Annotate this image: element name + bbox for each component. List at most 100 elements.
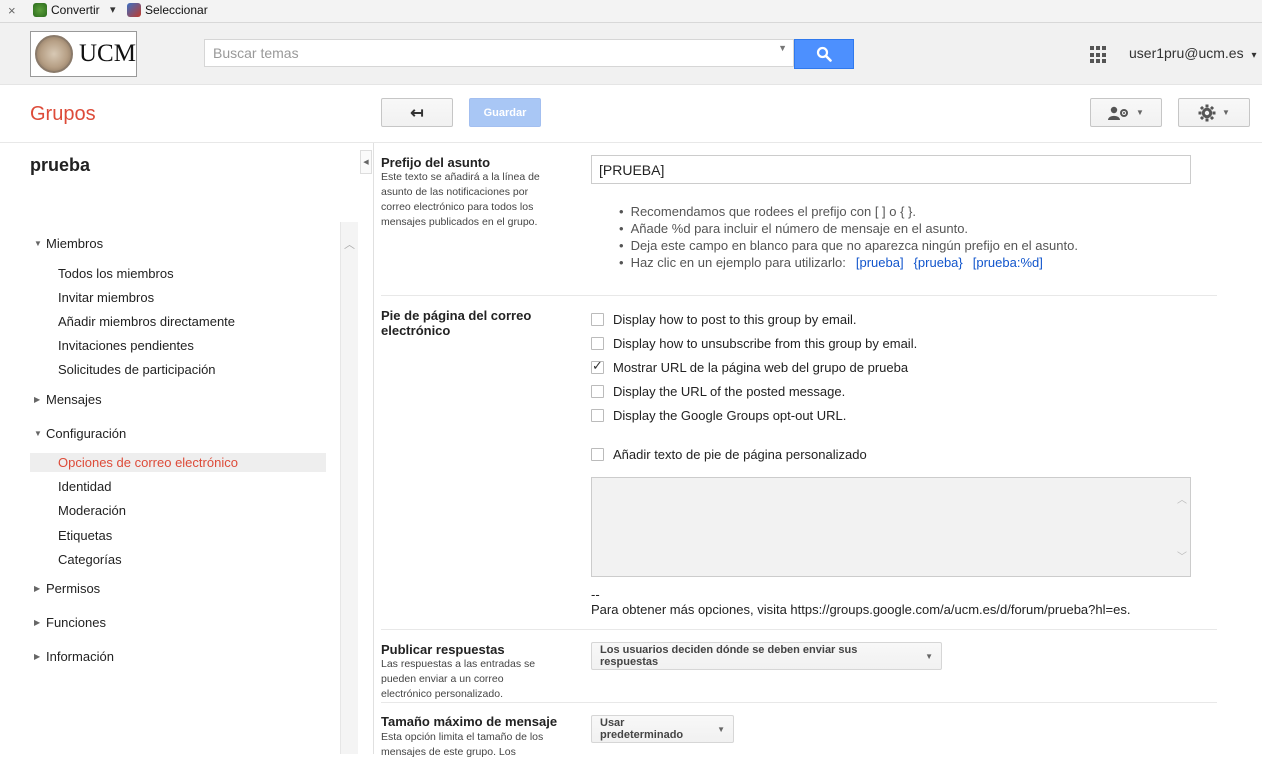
tip-item: Deja este campo en blanco para que no ap… bbox=[619, 237, 1078, 254]
checkbox[interactable] bbox=[591, 385, 604, 398]
sidebar-item-moderacion[interactable]: Moderación bbox=[58, 503, 126, 518]
browser-toolbar: × Convertir ▾ Seleccionar bbox=[0, 0, 1262, 23]
convert-button[interactable]: Convertir bbox=[33, 3, 100, 17]
convert-label: Convertir bbox=[51, 3, 100, 17]
prefix-tips: Recomendamos que rodees el prefijo con [… bbox=[619, 203, 1078, 271]
prefix-label: Prefijo del asunto bbox=[381, 155, 491, 170]
gear-icon bbox=[1198, 104, 1216, 121]
collapse-sidebar-button[interactable]: ◀ bbox=[360, 150, 372, 174]
tip-item-examples: Haz clic en un ejemplo para utilizarlo: [… bbox=[619, 254, 1078, 271]
app-header: UCM ▼ user1pru@ucm.es ▾ bbox=[0, 23, 1262, 85]
triangle-right-icon: ▶ bbox=[34, 584, 41, 593]
sidebar-section-mensajes[interactable]: ▶ Mensajes bbox=[34, 392, 102, 407]
chevron-down-icon: ▼ bbox=[925, 651, 933, 661]
chevron-down-icon: ▾ bbox=[1251, 50, 1257, 61]
sidebar-item-identidad[interactable]: Identidad bbox=[58, 479, 112, 494]
search-icon bbox=[816, 46, 832, 62]
custom-footer-label: Añadir texto de pie de página personaliz… bbox=[613, 447, 867, 462]
sidebar-section-permisos[interactable]: ▶ Permisos bbox=[34, 581, 100, 596]
sidebar-section-label: Permisos bbox=[46, 581, 101, 596]
app-title[interactable]: Grupos bbox=[30, 103, 96, 126]
checkbox[interactable] bbox=[591, 313, 604, 326]
sidebar-section-configuracion[interactable]: ▼ Configuración bbox=[34, 426, 126, 441]
example-link[interactable]: {prueba} bbox=[914, 255, 963, 270]
sidebar-scrollbar[interactable]: ︿ bbox=[340, 222, 358, 754]
sidebar-section-informacion[interactable]: ▶ Información bbox=[34, 649, 114, 664]
sidebar-item-etiquetas[interactable]: Etiquetas bbox=[58, 528, 112, 543]
example-link[interactable]: [prueba:%d] bbox=[973, 255, 1043, 270]
member-actions-button[interactable]: ▼ bbox=[1090, 98, 1162, 127]
save-button[interactable]: Guardar bbox=[469, 98, 541, 127]
convert-dropdown-icon[interactable]: ▾ bbox=[110, 3, 116, 16]
sidebar-item-invitaciones-pendientes[interactable]: Invitaciones pendientes bbox=[58, 338, 194, 353]
triangle-right-icon: ▶ bbox=[34, 618, 41, 627]
divider bbox=[381, 702, 1217, 703]
replies-label: Publicar respuestas bbox=[381, 642, 505, 657]
scroll-up-icon[interactable]: ︿ bbox=[1177, 491, 1187, 506]
triangle-right-icon: ▶ bbox=[34, 395, 41, 404]
divider bbox=[381, 629, 1217, 630]
footer-option[interactable]: Display how to post to this group by ema… bbox=[591, 312, 857, 327]
divider bbox=[0, 142, 1262, 143]
select-button[interactable]: Seleccionar bbox=[127, 3, 208, 17]
sidebar-section-miembros[interactable]: ▼ Miembros bbox=[34, 236, 103, 251]
more-options-text: Para obtener más opciones, visita https:… bbox=[591, 602, 1131, 617]
checkbox[interactable] bbox=[591, 337, 604, 350]
scroll-up-icon[interactable]: ︿ bbox=[344, 236, 355, 252]
sidebar-section-label: Funciones bbox=[46, 615, 106, 630]
footer-option-label: Display the Google Groups opt-out URL. bbox=[613, 408, 847, 423]
checkbox[interactable] bbox=[591, 448, 604, 461]
footer-option-label: Mostrar URL de la página web del grupo d… bbox=[613, 360, 909, 375]
footer-option[interactable]: Display the Google Groups opt-out URL. bbox=[591, 408, 846, 423]
max-size-label: Tamaño máximo de mensaje bbox=[381, 714, 558, 729]
footer-option-label: Display how to unsubscribe from this gro… bbox=[613, 336, 918, 351]
footer-label: Pie de página del correo electrónico bbox=[381, 308, 532, 338]
prefix-input[interactable] bbox=[591, 155, 1191, 184]
checkbox-checked[interactable] bbox=[591, 358, 604, 374]
sidebar-item-todos-miembros[interactable]: Todos los miembros bbox=[58, 266, 174, 281]
group-name: prueba bbox=[30, 155, 91, 175]
footer-separator-text: -- bbox=[591, 587, 600, 602]
logo-text: UCM bbox=[79, 40, 136, 67]
footer-option[interactable]: Display the URL of the posted message. bbox=[591, 384, 845, 399]
custom-footer-option[interactable]: Añadir texto de pie de página personaliz… bbox=[591, 447, 867, 462]
back-button[interactable]: ↤ bbox=[381, 98, 453, 127]
apps-grid-icon[interactable] bbox=[1090, 46, 1108, 64]
example-link[interactable]: [prueba] bbox=[856, 255, 904, 270]
ucm-logo[interactable]: UCM bbox=[30, 31, 137, 77]
search-dropdown-icon[interactable]: ▼ bbox=[778, 43, 787, 53]
account-menu[interactable]: user1pru@ucm.es ▾ bbox=[1129, 45, 1257, 61]
sidebar-item-solicitudes[interactable]: Solicitudes de participación bbox=[58, 362, 216, 377]
sidebar-section-funciones[interactable]: ▶ Funciones bbox=[34, 615, 106, 630]
close-icon[interactable]: × bbox=[8, 3, 16, 18]
chevron-down-icon: ▼ bbox=[1222, 108, 1230, 117]
sidebar-item-opciones-correo[interactable]: Opciones de correo electrónico bbox=[58, 455, 238, 470]
max-size-select[interactable]: Usar predeterminado ▼ bbox=[591, 715, 734, 743]
divider bbox=[373, 143, 374, 754]
max-size-description: Esta opción limita el tamaño de los mens… bbox=[381, 731, 544, 758]
divider bbox=[381, 295, 1217, 296]
replies-select[interactable]: Los usuarios deciden dónde se deben envi… bbox=[591, 642, 942, 670]
custom-footer-textarea[interactable]: ︿ ﹀ bbox=[591, 477, 1191, 577]
tip-item: Añade %d para incluir el número de mensa… bbox=[619, 220, 1078, 237]
select-label: Seleccionar bbox=[145, 3, 208, 17]
sidebar-item-anadir-miembros[interactable]: Añadir miembros directamente bbox=[58, 314, 235, 329]
back-arrow-icon: ↤ bbox=[410, 104, 424, 122]
sidebar-item-categorias[interactable]: Categorías bbox=[58, 552, 122, 567]
replies-select-value: Los usuarios deciden dónde se deben envi… bbox=[600, 644, 858, 668]
scroll-down-icon[interactable]: ﹀ bbox=[1177, 548, 1187, 563]
ucm-seal-icon bbox=[35, 35, 73, 73]
footer-option[interactable]: Display how to unsubscribe from this gro… bbox=[591, 336, 917, 351]
sidebar-section-label: Configuración bbox=[46, 426, 127, 441]
convert-icon bbox=[33, 3, 47, 17]
checkbox[interactable] bbox=[591, 409, 604, 422]
sidebar-item-invitar-miembros[interactable]: Invitar miembros bbox=[58, 290, 154, 305]
triangle-down-icon: ▼ bbox=[34, 429, 42, 438]
settings-button[interactable]: ▼ bbox=[1178, 98, 1250, 127]
footer-option[interactable]: Mostrar URL de la página web del grupo d… bbox=[591, 358, 909, 375]
person-gear-icon bbox=[1108, 106, 1129, 120]
tip-item: Haz clic en un ejemplo para utilizarlo: bbox=[630, 255, 846, 270]
select-icon bbox=[127, 3, 141, 17]
search-button[interactable] bbox=[794, 39, 854, 69]
search-input[interactable] bbox=[205, 40, 781, 66]
